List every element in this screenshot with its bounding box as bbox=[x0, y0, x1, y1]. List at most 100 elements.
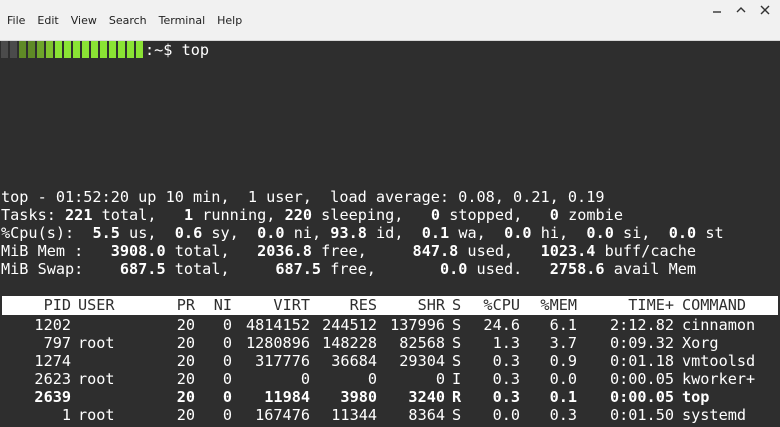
col-virt[interactable]: VIRT bbox=[242, 296, 310, 314]
cell-pr: 20 bbox=[176, 316, 195, 334]
menu-terminal[interactable]: Terminal bbox=[153, 0, 212, 40]
table-row: 2639 20 0 11984 3980 3240 R 0.3 0.1 0:00.05 top bbox=[0, 388, 780, 406]
cell-res: 36684 bbox=[331, 352, 377, 370]
cell-virt: 317776 bbox=[255, 352, 310, 370]
cell-command: kworker+ bbox=[682, 370, 756, 388]
cell-virt: 167476 bbox=[255, 406, 310, 424]
table-row: 2623 root 20 0 0 0 0 I 0.3 0.0 0:00.05 kworker+ bbox=[0, 370, 780, 388]
cell-time: 0:01.50 bbox=[609, 406, 674, 424]
cell-cpu: 0.3 bbox=[492, 352, 520, 370]
cell-time: 0:09.32 bbox=[609, 334, 674, 352]
cell-res: 148228 bbox=[322, 334, 377, 352]
cell-cpu: 24.6 bbox=[483, 316, 520, 334]
cell-pid: 1274 bbox=[34, 352, 71, 370]
terminal-output[interactable]: :~$ top top - 01:52:20 up 10 min, 1 user… bbox=[0, 41, 780, 427]
cell-ni: 0 bbox=[222, 406, 232, 424]
cell-res: 244512 bbox=[322, 316, 377, 334]
terminal-window: File Edit View Search Terminal Help :~$ … bbox=[0, 0, 780, 427]
col-command[interactable]: COMMAND bbox=[682, 296, 746, 314]
summary-mem: MiB Mem : 3908.0 total, 2036.8 free, 847… bbox=[1, 242, 697, 260]
table-row: 1202 20 0 4814152 244512 137996 S 24.6 6.1 2:12.8… bbox=[0, 316, 780, 334]
menu-edit[interactable]: Edit bbox=[31, 0, 64, 40]
summary-cpu: %Cpu(s): 5.5 us, 0.6 sy, 0.0 ni, 93.8 id… bbox=[1, 224, 724, 242]
cell-pr: 20 bbox=[176, 352, 195, 370]
cell-virt: 1280896 bbox=[245, 334, 310, 352]
cell-mem: 3.7 bbox=[549, 334, 577, 352]
cell-res: 0 bbox=[367, 370, 377, 388]
cell-mem: 0.1 bbox=[549, 388, 577, 406]
cell-cpu: 0.0 bbox=[492, 406, 520, 424]
col-ni[interactable]: NI bbox=[202, 296, 232, 314]
cell-s: S bbox=[452, 316, 462, 334]
cell-mem: 0.3 bbox=[549, 406, 577, 424]
cell-user: root bbox=[78, 334, 115, 352]
cell-ni: 0 bbox=[222, 334, 232, 352]
cell-s: I bbox=[452, 370, 462, 388]
cell-command: Xorg bbox=[682, 334, 719, 352]
prompt-line: :~$ top bbox=[1, 41, 209, 59]
cell-virt: 0 bbox=[300, 370, 310, 388]
minimize-icon[interactable] bbox=[710, 4, 724, 16]
menu-view[interactable]: View bbox=[65, 0, 103, 40]
cell-pid: 1 bbox=[61, 406, 71, 424]
col-mem[interactable]: %MEM bbox=[532, 296, 577, 314]
col-user[interactable]: USER bbox=[78, 296, 115, 314]
cell-mem: 6.1 bbox=[549, 316, 577, 334]
process-table-header: PID USER PR NI VIRT RES SHR S %CPU %MEM … bbox=[2, 296, 778, 315]
cell-s: R bbox=[452, 388, 462, 406]
cell-command: vmtoolsd bbox=[682, 352, 756, 370]
cell-ni: 0 bbox=[222, 352, 232, 370]
cell-pid: 797 bbox=[43, 334, 71, 352]
cell-user: root bbox=[78, 406, 115, 424]
cell-command: cinnamon bbox=[682, 316, 756, 334]
menu-search[interactable]: Search bbox=[103, 0, 153, 40]
window-controls bbox=[710, 4, 772, 16]
cell-cpu: 0.3 bbox=[492, 388, 520, 406]
cell-shr: 29304 bbox=[399, 352, 445, 370]
cell-user: root bbox=[78, 370, 115, 388]
menu-file[interactable]: File bbox=[0, 0, 31, 40]
cell-ni: 0 bbox=[222, 388, 232, 406]
cell-pid: 2639 bbox=[34, 388, 71, 406]
col-cpu[interactable]: %CPU bbox=[472, 296, 520, 314]
cell-pr: 20 bbox=[176, 406, 195, 424]
cell-cpu: 1.3 bbox=[492, 334, 520, 352]
menubar: File Edit View Search Terminal Help bbox=[0, 0, 780, 41]
cell-res: 3980 bbox=[340, 388, 377, 406]
table-row: 1 root 20 0 167476 11344 8364 S 0.0 0.3 0:01.50 sys… bbox=[0, 406, 780, 424]
cell-s: S bbox=[452, 334, 462, 352]
cell-res: 11344 bbox=[331, 406, 377, 424]
cell-mem: 0.9 bbox=[549, 352, 577, 370]
cell-virt: 4814152 bbox=[245, 316, 310, 334]
col-state[interactable]: S bbox=[452, 296, 461, 314]
cell-time: 0:00.05 bbox=[609, 388, 674, 406]
cell-pid: 2623 bbox=[34, 370, 71, 388]
col-pid[interactable]: PID bbox=[2, 296, 71, 314]
cell-shr: 3240 bbox=[408, 388, 445, 406]
prompt-command: :~$ top bbox=[145, 41, 210, 59]
cell-shr: 8364 bbox=[408, 406, 445, 424]
cell-time: 0:00.05 bbox=[609, 370, 674, 388]
cell-ni: 0 bbox=[222, 316, 232, 334]
cell-ni: 0 bbox=[222, 370, 232, 388]
maximize-icon[interactable] bbox=[734, 4, 748, 16]
cell-command: systemd bbox=[682, 406, 747, 424]
col-res[interactable]: RES bbox=[317, 296, 377, 314]
close-icon[interactable] bbox=[758, 4, 772, 16]
col-pr[interactable]: PR bbox=[162, 296, 195, 314]
cell-pr: 20 bbox=[176, 334, 195, 352]
summary-tasks: Tasks: 221 total, 1 running, 220 sleepin… bbox=[1, 206, 623, 224]
col-shr[interactable]: SHR bbox=[382, 296, 445, 314]
table-row: 1274 20 0 317776 36684 29304 S 0.3 0.9 0:01.18 vmt… bbox=[0, 352, 780, 370]
cell-time: 2:12.82 bbox=[609, 316, 674, 334]
table-row: 797 root 20 0 1280896 148228 82568 S 1.3 3.7 0:09.… bbox=[0, 334, 780, 352]
cell-s: S bbox=[452, 352, 462, 370]
cell-pr: 20 bbox=[176, 388, 195, 406]
cell-shr: 82568 bbox=[399, 334, 445, 352]
cell-shr: 0 bbox=[435, 370, 445, 388]
cell-mem: 0.0 bbox=[549, 370, 577, 388]
col-time[interactable]: TIME+ bbox=[592, 296, 674, 314]
cell-s: S bbox=[452, 406, 462, 424]
menu-help[interactable]: Help bbox=[211, 0, 248, 40]
cell-command: top bbox=[682, 388, 710, 406]
